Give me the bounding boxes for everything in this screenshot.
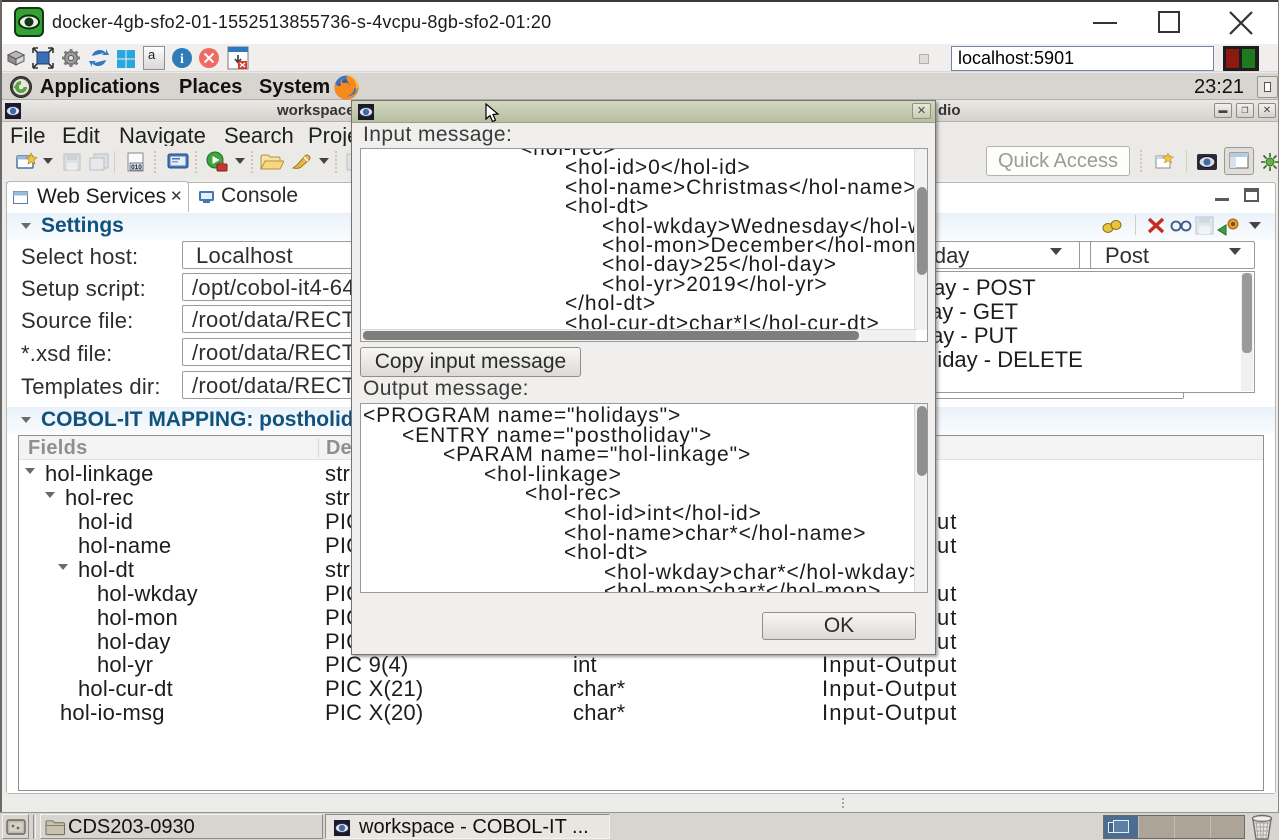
svg-text:i: i [180, 52, 184, 67]
svg-text:010: 010 [131, 164, 142, 171]
